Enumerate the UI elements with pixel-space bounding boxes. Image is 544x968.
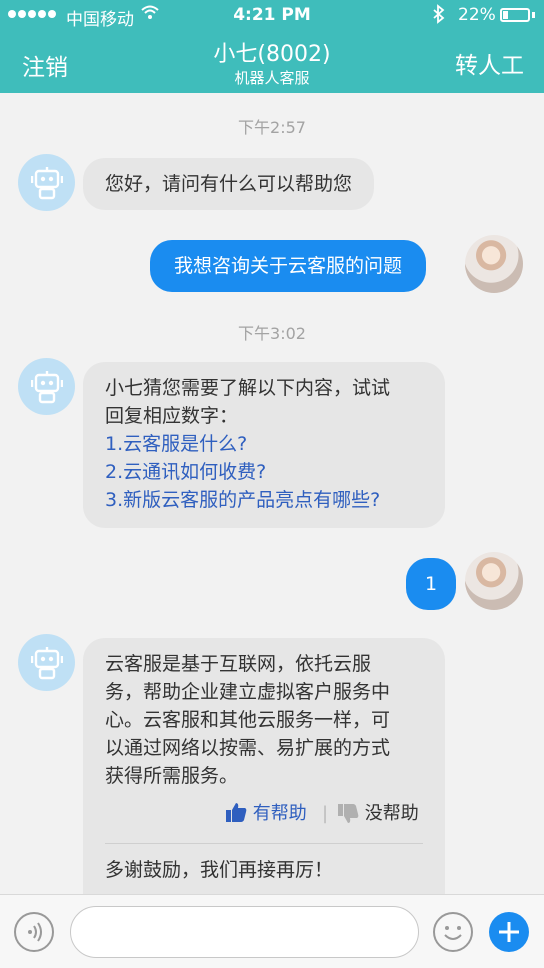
robot-icon	[31, 167, 63, 200]
message-input[interactable]	[70, 906, 419, 958]
bot-avatar	[18, 358, 75, 415]
voice-icon	[28, 922, 42, 942]
status-bar: 中国移动 4:21 PM 22%	[0, 0, 544, 30]
bot-message: 云客服是基于互联网，依托云服 务，帮助企业建立虚拟客户服务中 心。云客服和其他云…	[83, 638, 445, 898]
battery-icon	[500, 8, 530, 22]
unhelpful-button[interactable]: 没帮助	[337, 800, 419, 828]
robot-icon	[31, 371, 63, 404]
bot-message: 您好，请问有什么可以帮助您	[83, 158, 375, 210]
bot-avatar	[18, 634, 75, 691]
smiley-icon	[444, 926, 462, 940]
user-avatar	[465, 235, 523, 293]
user-message: 1	[406, 558, 456, 610]
bot-message: 小七猜您需要了解以下内容，试试 回复相应数字： 1.云客服是什么? 2.云通讯如…	[83, 362, 445, 528]
battery-percent: 22%	[458, 5, 496, 25]
feedback-separator: |	[322, 803, 329, 824]
option-2-link[interactable]: 2.云通讯如何收费?	[105, 458, 423, 486]
input-bar	[0, 894, 544, 968]
plus-icon	[499, 922, 519, 942]
transfer-agent-button[interactable]: 转人工	[455, 46, 524, 80]
emoji-button[interactable]	[433, 912, 473, 952]
user-message: 我想咨询关于云客服的问题	[150, 240, 427, 292]
timestamp: 下午3:02	[238, 324, 306, 343]
bubble-divider	[105, 843, 423, 844]
bluetooth-icon	[433, 4, 445, 24]
bot-avatar	[18, 154, 75, 211]
add-button[interactable]	[489, 912, 529, 952]
option-3-link[interactable]: 3.新版云客服的产品亮点有哪些?	[105, 486, 423, 514]
timestamp: 下午2:57	[238, 118, 306, 137]
header: 中国移动 4:21 PM 22% 注销 小七(8002) 机器人客服 转人工	[0, 0, 544, 93]
battery-cap	[532, 12, 535, 18]
helpful-button[interactable]: 有帮助	[225, 800, 307, 828]
feedback-thanks: 多谢鼓励，我们再接再厉！	[105, 859, 334, 881]
voice-button[interactable]	[14, 912, 54, 952]
robot-icon	[31, 647, 63, 680]
user-avatar	[465, 552, 523, 610]
thumbs-up-icon	[226, 803, 247, 822]
option-1-link[interactable]: 1.云客服是什么?	[105, 430, 423, 458]
thumbs-down-icon	[338, 804, 359, 823]
